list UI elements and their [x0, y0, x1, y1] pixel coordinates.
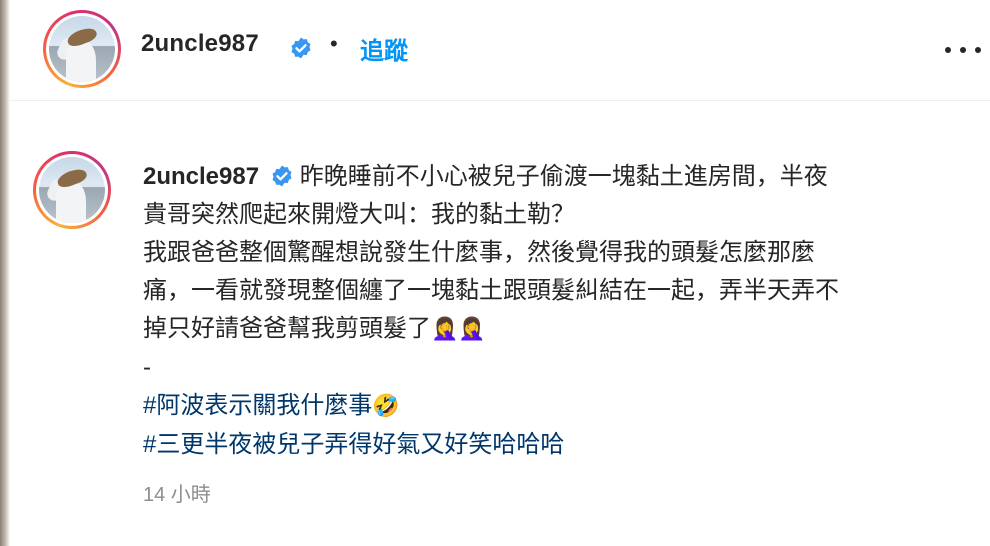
- caption-line-3: 我跟爸爸整個驚醒想說發生什麼事，然後覺得我的頭髮怎麼那麼: [143, 239, 815, 266]
- caption-line-4: 痛，一看就發現整個纏了一塊黏土跟頭髮糾結在一起，弄半天弄不: [143, 277, 839, 304]
- post-timestamp[interactable]: 14 小時: [143, 478, 211, 507]
- caption-line-5: 掉只好請爸爸幫我剪頭髮了🤦‍♀️🤦‍♀️: [143, 310, 973, 349]
- caption-line-1: 2uncle987 昨晚睡前不小心被兒子偷渡一塊黏土進房間，半夜: [143, 158, 973, 196]
- caption-text: 昨晚睡前不小心被兒子偷渡一塊黏土進房間，半夜: [299, 163, 828, 190]
- post-header: 2uncle987 • 追蹤: [10, 0, 990, 101]
- post-caption: 2uncle987 昨晚睡前不小心被兒子偷渡一塊黏土進房間，半夜 貴哥突然爬起來…: [143, 158, 973, 464]
- caption-username[interactable]: 2uncle987: [143, 163, 259, 190]
- facepalm-emoji-icon: 🤦‍♀️: [431, 317, 459, 342]
- hashtag-link[interactable]: #三更半夜被兒子弄得好氣又好笑哈哈哈: [143, 431, 564, 458]
- separator-dot: •: [330, 31, 338, 56]
- hashtag-link[interactable]: #阿波表示關我什麼事: [143, 392, 372, 419]
- verified-badge-icon: [291, 37, 311, 59]
- follow-button[interactable]: 追蹤: [360, 31, 408, 66]
- hashtag-line-2: #三更半夜被兒子弄得好氣又好笑哈哈哈: [143, 426, 973, 464]
- more-options-icon[interactable]: [945, 44, 981, 56]
- caption-line-2: 貴哥突然爬起來開燈大叫：我的黏土勒？: [143, 201, 575, 228]
- verified-badge-icon: [272, 165, 292, 187]
- caption-dash: -: [143, 354, 151, 381]
- background-edge: [0, 0, 10, 546]
- caption-text: 掉只好請爸爸幫我剪頭髮了: [143, 315, 431, 342]
- facepalm-emoji-icon: 🤦‍♀️: [458, 317, 486, 342]
- rofl-emoji-icon: 🤣: [372, 394, 400, 419]
- profile-avatar[interactable]: [43, 10, 121, 88]
- header-username[interactable]: 2uncle987: [141, 30, 259, 58]
- caption-avatar[interactable]: [33, 151, 111, 229]
- hashtag-line-1: #阿波表示關我什麼事🤣: [143, 387, 973, 426]
